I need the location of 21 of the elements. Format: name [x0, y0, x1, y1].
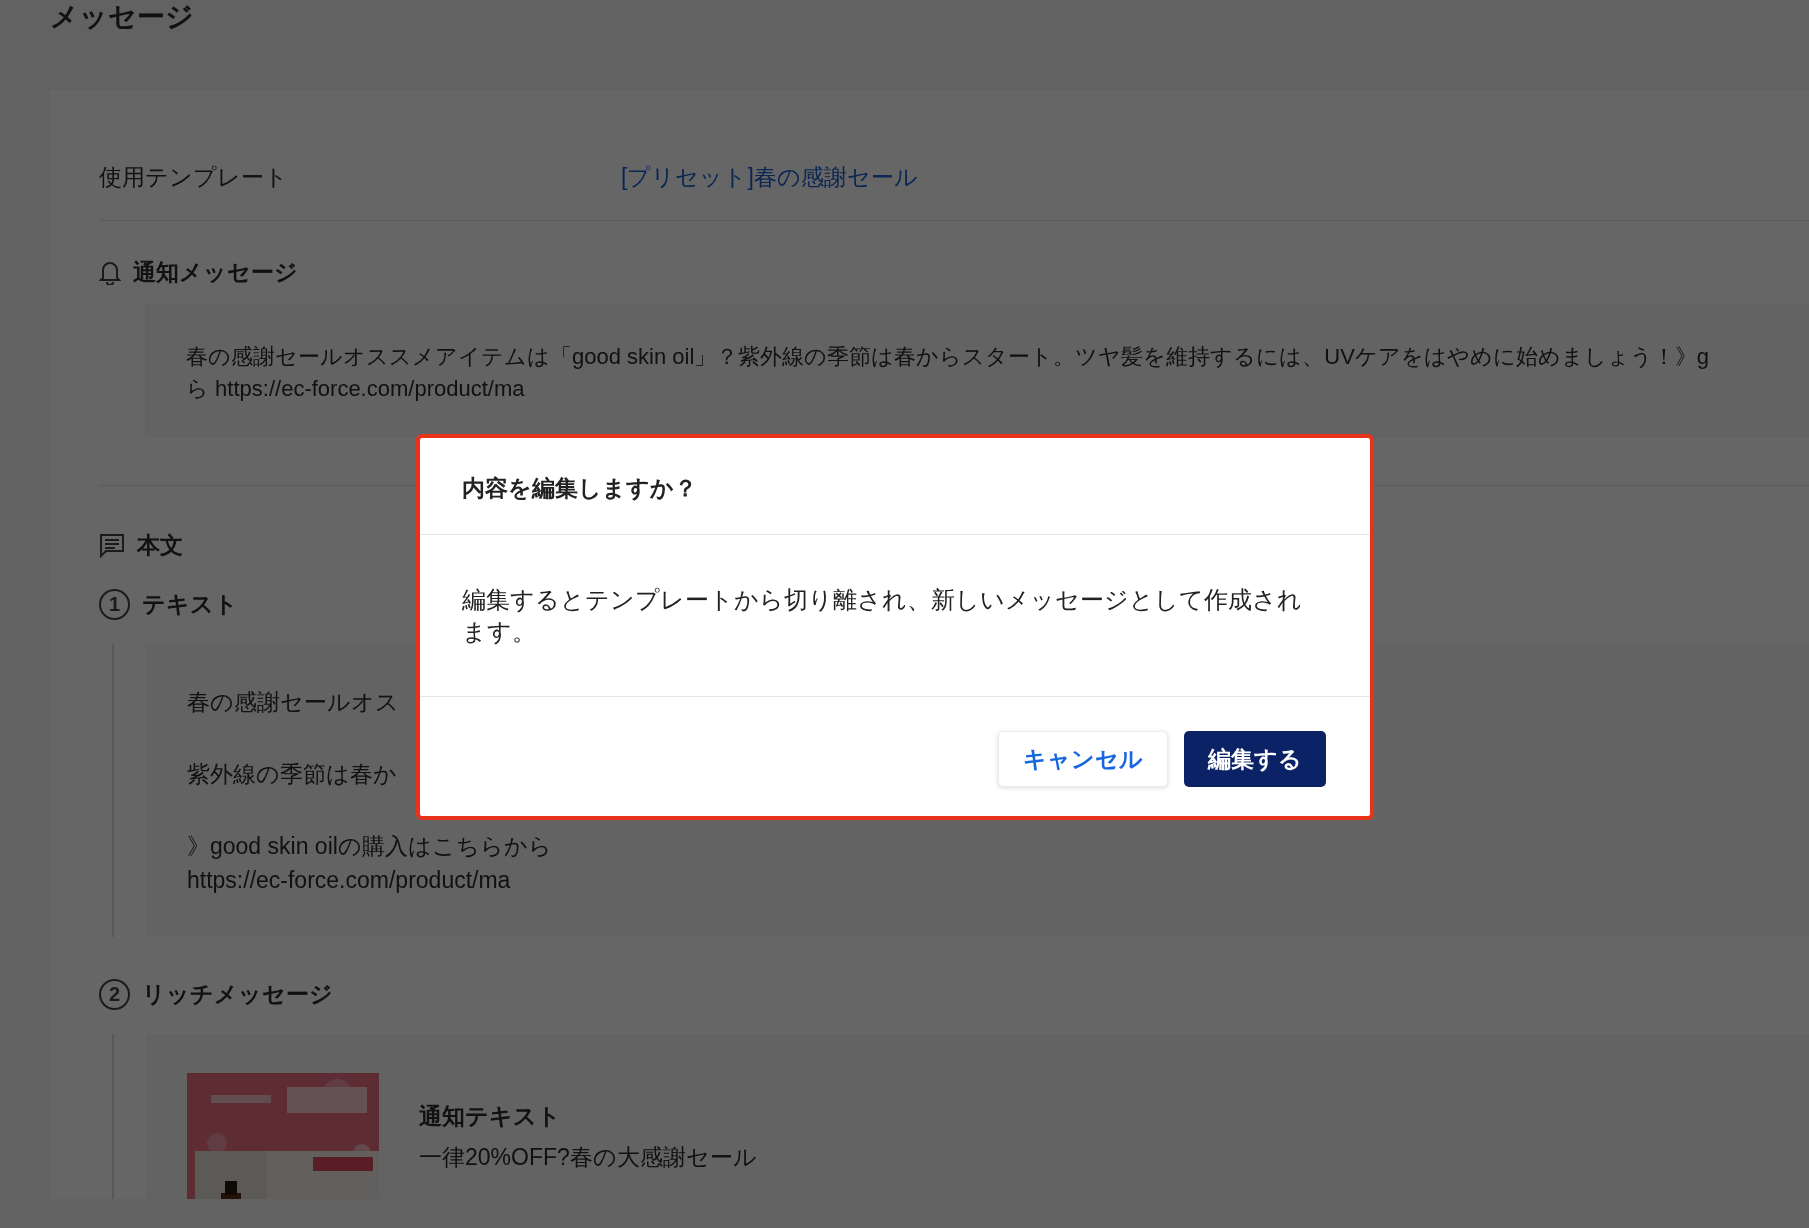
notification-text: ら https://ec-force.com/product/ma	[186, 375, 526, 403]
section-title: テキスト	[142, 589, 238, 619]
message-paragraph: 》good skin oilの購入はこちらから https://ec-force.com/product/ma	[187, 832, 552, 895]
template-label: 使用テンプレート	[99, 163, 289, 192]
bell-icon	[99, 259, 121, 285]
section-title: リッチメッセージ	[142, 979, 333, 1009]
message-icon	[99, 532, 125, 558]
page-title: メッセージ	[49, 0, 195, 34]
notification-heading: 通知メッセージ	[133, 257, 298, 287]
edit-button[interactable]: 編集する	[1184, 731, 1326, 787]
dialog-message: 編集するとテンプレートから切り離され、新しいメッセージとして作成されます。	[462, 585, 1303, 647]
step-number: 1	[99, 588, 130, 620]
message-paragraph: 春の感謝セールオス	[187, 688, 399, 717]
rich-title: 通知テキスト	[419, 1102, 562, 1131]
cancel-button[interactable]: キャンセル	[998, 731, 1168, 787]
step-number: 2	[99, 978, 130, 1010]
body-heading: 本文	[137, 530, 183, 560]
dialog-title: 内容を編集しますか？	[420, 438, 1370, 535]
message-paragraph: 紫外線の季節は春か	[187, 760, 397, 789]
notification-text: 春の感謝セールオススメアイテムは「good skin oil」？紫外線の季節は春からスタート。ツヤ髪を維持するには、UVケアをはやめに始めましょう！》g	[186, 343, 1711, 371]
rich-caption: 一律20%OFF?春の大感謝セール	[419, 1143, 757, 1172]
